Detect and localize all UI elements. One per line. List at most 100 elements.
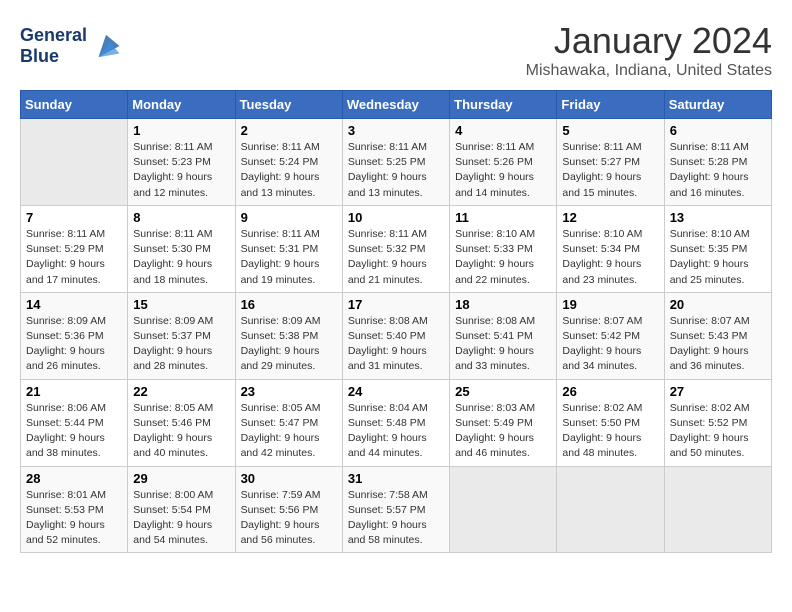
day-info: Sunrise: 8:02 AMSunset: 5:52 PMDaylight:… [670,401,766,462]
day-number: 23 [241,384,337,399]
calendar-cell: 10 Sunrise: 8:11 AMSunset: 5:32 PMDayligh… [342,205,449,292]
day-number: 18 [455,297,551,312]
day-number: 17 [348,297,444,312]
logo-icon [91,31,121,61]
header-day-wednesday: Wednesday [342,91,449,119]
calendar-cell: 12Sunrise: 8:10 AMSunset: 5:34 PMDayligh… [557,205,664,292]
day-info: Sunrise: 8:06 AMSunset: 5:44 PMDaylight:… [26,401,122,462]
day-number: 16 [241,297,337,312]
calendar-cell: 16 Sunrise: 8:09 AMSunset: 5:38 PMDayligh… [235,292,342,379]
day-number: 8 [133,210,229,225]
calendar-cell: 4Sunrise: 8:11 AMSunset: 5:26 PMDaylight… [450,119,557,206]
day-number: 1 [133,123,229,138]
logo-line2: Blue [20,46,87,67]
day-info: Sunrise: 8:09 AMSunset: 5:36 PMDaylight:… [26,314,122,375]
calendar-week-row: 21 Sunrise: 8:06 AMSunset: 5:44 PMDayligh… [21,379,772,466]
day-info: Sunrise: 8:00 AMSunset: 5:54 PMDaylight:… [133,488,229,549]
day-number: 31 [348,471,444,486]
day-number: 13 [670,210,766,225]
day-number: 3 [348,123,444,138]
calendar-week-row: 7Sunrise: 8:11 AMSunset: 5:29 PMDaylight… [21,205,772,292]
day-number: 6 [670,123,766,138]
calendar-cell: 13 Sunrise: 8:10 AMSunset: 5:35 PMDayligh… [664,205,771,292]
calendar-cell: 11 Sunrise: 8:10 AMSunset: 5:33 PMDayligh… [450,205,557,292]
day-info: Sunrise: 8:03 AMSunset: 5:49 PMDaylight:… [455,401,551,462]
calendar-cell: 5 Sunrise: 8:11 AMSunset: 5:27 PMDaylight… [557,119,664,206]
header-day-sunday: Sunday [21,91,128,119]
day-info: Sunrise: 8:10 AMSunset: 5:33 PMDaylight:… [455,227,551,288]
day-number: 10 [348,210,444,225]
calendar-cell [21,119,128,206]
day-number: 4 [455,123,551,138]
calendar-week-row: 1Sunrise: 8:11 AMSunset: 5:23 PMDaylight… [21,119,772,206]
calendar-cell: 1Sunrise: 8:11 AMSunset: 5:23 PMDaylight… [128,119,235,206]
day-info: Sunrise: 8:11 AMSunset: 5:28 PMDaylight:… [670,140,766,201]
day-number: 20 [670,297,766,312]
calendar-cell: 7Sunrise: 8:11 AMSunset: 5:29 PMDaylight… [21,205,128,292]
day-info: Sunrise: 8:05 AMSunset: 5:46 PMDaylight:… [133,401,229,462]
day-number: 19 [562,297,658,312]
calendar-cell: 20 Sunrise: 8:07 AMSunset: 5:43 PMDayligh… [664,292,771,379]
header-day-monday: Monday [128,91,235,119]
calendar-cell: 29 Sunrise: 8:00 AMSunset: 5:54 PMDayligh… [128,466,235,553]
day-info: Sunrise: 8:08 AMSunset: 5:40 PMDaylight:… [348,314,444,375]
day-info: Sunrise: 8:09 AMSunset: 5:37 PMDaylight:… [133,314,229,375]
day-number: 2 [241,123,337,138]
calendar-cell: 17 Sunrise: 8:08 AMSunset: 5:40 PMDayligh… [342,292,449,379]
calendar-table: SundayMondayTuesdayWednesdayThursdayFrid… [20,90,772,553]
day-info: Sunrise: 8:07 AMSunset: 5:42 PMDaylight:… [562,314,658,375]
day-info: Sunrise: 8:02 AMSunset: 5:50 PMDaylight:… [562,401,658,462]
calendar-cell: 15 Sunrise: 8:09 AMSunset: 5:37 PMDayligh… [128,292,235,379]
day-number: 9 [241,210,337,225]
calendar-cell: 28 Sunrise: 8:01 AMSunset: 5:53 PMDayligh… [21,466,128,553]
day-info: Sunrise: 8:11 AMSunset: 5:32 PMDaylight:… [348,227,444,288]
calendar-header-row: SundayMondayTuesdayWednesdayThursdayFrid… [21,91,772,119]
header-day-friday: Friday [557,91,664,119]
day-info: Sunrise: 8:11 AMSunset: 5:25 PMDaylight:… [348,140,444,201]
calendar-cell: 14Sunrise: 8:09 AMSunset: 5:36 PMDayligh… [21,292,128,379]
logo: General Blue [20,25,121,67]
day-number: 25 [455,384,551,399]
day-number: 21 [26,384,122,399]
day-info: Sunrise: 8:11 AMSunset: 5:30 PMDaylight:… [133,227,229,288]
day-info: Sunrise: 8:07 AMSunset: 5:43 PMDaylight:… [670,314,766,375]
header-day-saturday: Saturday [664,91,771,119]
calendar-cell [450,466,557,553]
calendar-cell: 23Sunrise: 8:05 AMSunset: 5:47 PMDayligh… [235,379,342,466]
day-number: 28 [26,471,122,486]
title-block: January 2024 Mishawaka, Indiana, United … [526,20,772,80]
day-info: Sunrise: 8:10 AMSunset: 5:34 PMDaylight:… [562,227,658,288]
header: General Blue January 2024 Mishawaka, Ind… [20,20,772,80]
calendar-cell: 30Sunrise: 7:59 AMSunset: 5:56 PMDayligh… [235,466,342,553]
calendar-cell: 18 Sunrise: 8:08 AMSunset: 5:41 PMDayligh… [450,292,557,379]
calendar-cell: 22Sunrise: 8:05 AMSunset: 5:46 PMDayligh… [128,379,235,466]
day-info: Sunrise: 8:04 AMSunset: 5:48 PMDaylight:… [348,401,444,462]
day-number: 5 [562,123,658,138]
day-number: 26 [562,384,658,399]
day-info: Sunrise: 8:11 AMSunset: 5:24 PMDaylight:… [241,140,337,201]
day-number: 11 [455,210,551,225]
calendar-cell: 26 Sunrise: 8:02 AMSunset: 5:50 PMDayligh… [557,379,664,466]
calendar-cell: 25 Sunrise: 8:03 AMSunset: 5:49 PMDayligh… [450,379,557,466]
calendar-cell: 19 Sunrise: 8:07 AMSunset: 5:42 PMDayligh… [557,292,664,379]
day-info: Sunrise: 7:59 AMSunset: 5:56 PMDaylight:… [241,488,337,549]
day-info: Sunrise: 7:58 AMSunset: 5:57 PMDaylight:… [348,488,444,549]
month-year-title: January 2024 [526,20,772,62]
day-number: 29 [133,471,229,486]
calendar-cell: 2 Sunrise: 8:11 AMSunset: 5:24 PMDaylight… [235,119,342,206]
day-info: Sunrise: 8:11 AMSunset: 5:27 PMDaylight:… [562,140,658,201]
day-info: Sunrise: 8:11 AMSunset: 5:29 PMDaylight:… [26,227,122,288]
calendar-cell: 9 Sunrise: 8:11 AMSunset: 5:31 PMDaylight… [235,205,342,292]
logo-line1: General [20,25,87,46]
day-info: Sunrise: 8:08 AMSunset: 5:41 PMDaylight:… [455,314,551,375]
calendar-cell [664,466,771,553]
day-info: Sunrise: 8:11 AMSunset: 5:31 PMDaylight:… [241,227,337,288]
day-info: Sunrise: 8:01 AMSunset: 5:53 PMDaylight:… [26,488,122,549]
day-info: Sunrise: 8:09 AMSunset: 5:38 PMDaylight:… [241,314,337,375]
day-number: 27 [670,384,766,399]
calendar-week-row: 28 Sunrise: 8:01 AMSunset: 5:53 PMDayligh… [21,466,772,553]
day-number: 15 [133,297,229,312]
calendar-cell: 24 Sunrise: 8:04 AMSunset: 5:48 PMDayligh… [342,379,449,466]
day-info: Sunrise: 8:10 AMSunset: 5:35 PMDaylight:… [670,227,766,288]
day-number: 24 [348,384,444,399]
